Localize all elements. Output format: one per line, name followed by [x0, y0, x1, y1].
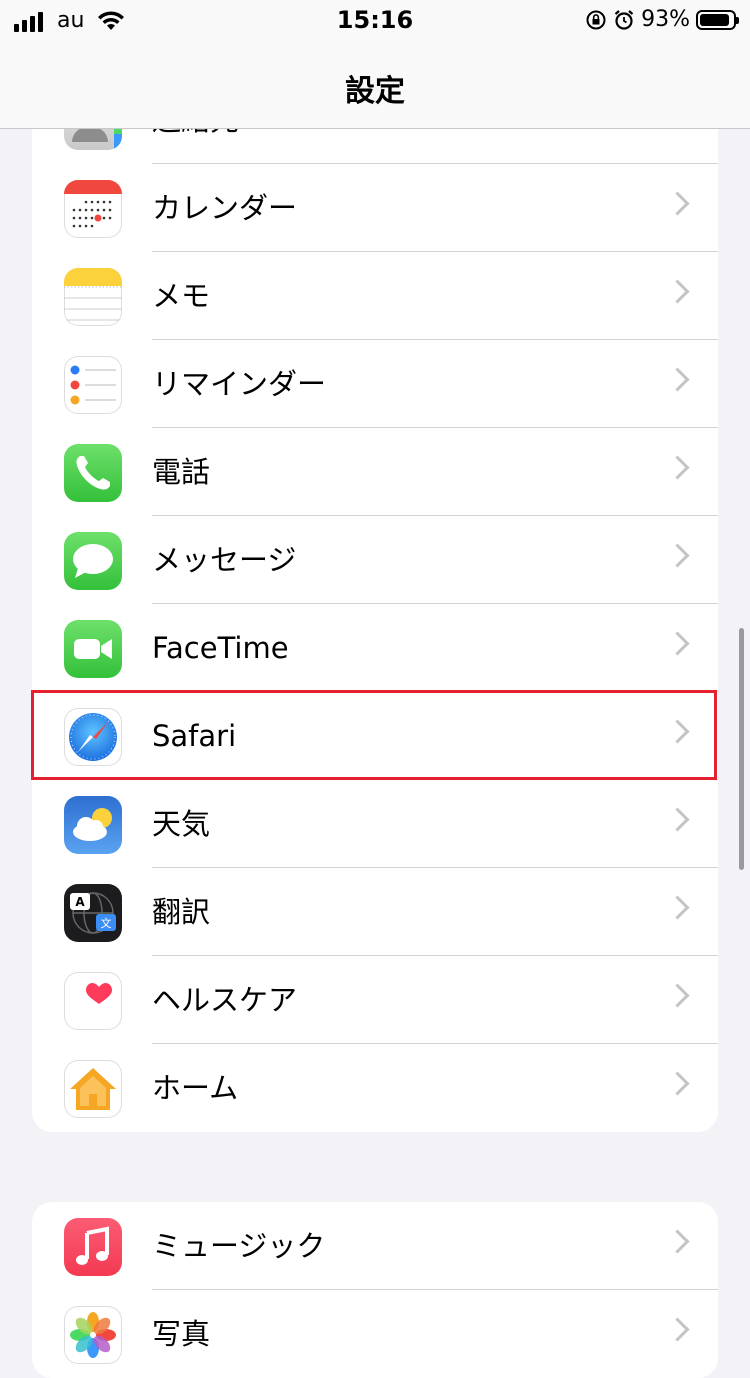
row-notes[interactable]: メモ	[32, 252, 718, 340]
row-label: ミュージック	[152, 1229, 326, 1263]
chevron-right-icon	[665, 631, 690, 656]
messages-icon	[64, 532, 122, 590]
scrollbar[interactable]	[739, 628, 744, 870]
photos-icon	[64, 1306, 122, 1364]
status-bar: au 15:16 93%	[0, 0, 750, 40]
reminders-icon	[64, 356, 122, 414]
battery-percent: 93%	[641, 7, 690, 32]
health-icon	[64, 972, 122, 1030]
row-phone[interactable]: 電話	[32, 428, 718, 516]
row-label: 天気	[152, 807, 211, 841]
row-translate[interactable]: A 文 翻訳	[32, 868, 718, 956]
row-label: リマインダー	[152, 367, 327, 401]
alarm-icon	[614, 9, 634, 30]
row-messages[interactable]: メッセージ	[32, 516, 718, 604]
row-facetime[interactable]: FaceTime	[32, 604, 718, 692]
row-weather[interactable]: 天気	[32, 780, 718, 868]
phone-icon	[64, 444, 122, 502]
weather-icon	[64, 796, 122, 854]
facetime-icon	[64, 620, 122, 678]
settings-group-media: ミュージック 写真	[32, 1202, 718, 1378]
row-label: 電話	[152, 455, 211, 489]
svg-text:文: 文	[101, 916, 112, 930]
chevron-right-icon	[665, 983, 690, 1008]
calendar-icon	[64, 180, 122, 238]
home-icon	[64, 1060, 122, 1118]
chevron-right-icon	[665, 895, 690, 920]
svg-text:A: A	[75, 895, 85, 909]
chevron-right-icon	[665, 279, 690, 304]
row-health[interactable]: ヘルスケア	[32, 956, 718, 1044]
row-calendar[interactable]: カレンダー	[32, 164, 718, 252]
row-home[interactable]: ホーム	[32, 1044, 718, 1132]
row-label: FaceTime	[152, 631, 289, 665]
page-title: 設定	[345, 74, 405, 109]
settings-group-apps: 連絡先 カレンダー	[32, 76, 718, 1132]
row-music[interactable]: ミュージック	[32, 1202, 718, 1290]
chevron-right-icon	[665, 1071, 690, 1096]
row-label: メモ	[152, 279, 211, 313]
music-icon	[64, 1218, 122, 1276]
row-reminders[interactable]: リマインダー	[32, 340, 718, 428]
row-label: カレンダー	[152, 191, 298, 225]
chevron-right-icon	[665, 455, 690, 480]
row-label: 翻訳	[152, 895, 211, 929]
row-photos[interactable]: 写真	[32, 1290, 718, 1378]
chevron-right-icon	[665, 1317, 690, 1342]
row-label: ホーム	[152, 1071, 239, 1105]
highlight-box-safari	[31, 690, 717, 780]
rotation-lock-icon	[586, 10, 606, 29]
chevron-right-icon	[665, 367, 690, 392]
notes-icon	[64, 268, 122, 326]
chevron-right-icon	[665, 191, 690, 216]
navigation-bar: 設定	[0, 40, 750, 129]
chevron-right-icon	[665, 807, 690, 832]
row-label: ヘルスケア	[152, 983, 298, 1017]
chevron-right-icon	[665, 1229, 690, 1254]
translate-icon: A 文	[64, 884, 122, 942]
chevron-right-icon	[665, 543, 690, 568]
row-label: メッセージ	[152, 543, 297, 577]
row-label: 写真	[152, 1317, 211, 1351]
battery-icon	[696, 9, 739, 30]
